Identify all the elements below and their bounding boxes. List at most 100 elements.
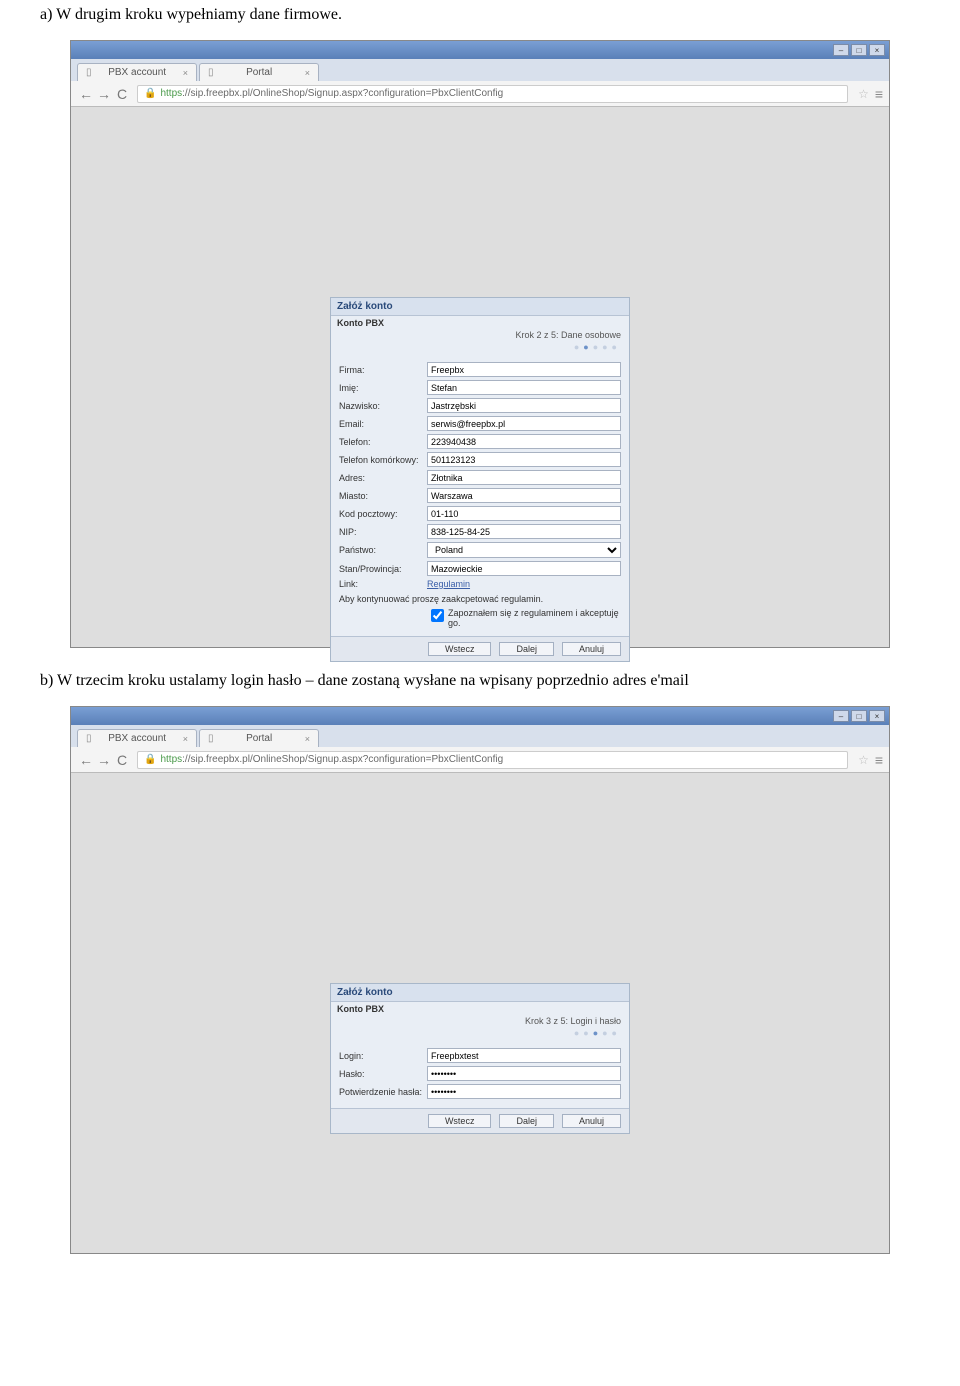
panel-subtitle: Konto PBX xyxy=(331,316,629,328)
screenshot-step2: – □ × ▯ PBX account × ▯ Portal × ← → C 🔒… xyxy=(0,34,960,666)
row-login: Login: xyxy=(339,1048,621,1063)
kod-input[interactable] xyxy=(427,506,621,521)
stan-input[interactable] xyxy=(427,561,621,576)
accept-note: Aby kontynuować proszę zaakcpetować regu… xyxy=(339,592,621,606)
telefon-input[interactable] xyxy=(427,434,621,449)
email-input[interactable] xyxy=(427,416,621,431)
wstecz-button[interactable]: Wstecz xyxy=(428,642,492,656)
reload-button[interactable]: C xyxy=(113,752,131,768)
row-link: Link:Regulamin xyxy=(339,579,621,589)
close-icon[interactable]: × xyxy=(305,734,310,744)
bookmark-icon[interactable]: ☆ xyxy=(858,753,869,767)
row-nazwisko: Nazwisko: xyxy=(339,398,621,413)
anuluj-button[interactable]: Anuluj xyxy=(562,642,621,656)
signup-form: Firma: Imię: Nazwisko: Email: Telefon: T… xyxy=(331,358,629,636)
tab-label: PBX account xyxy=(108,733,166,744)
window-maximize-button[interactable]: □ xyxy=(851,710,867,722)
wstecz-button[interactable]: Wstecz xyxy=(428,1114,492,1128)
close-icon[interactable]: × xyxy=(183,68,188,78)
url-https: https xyxy=(160,88,182,99)
lock-icon: 🔒 xyxy=(144,88,156,99)
tab-label: Portal xyxy=(246,733,272,744)
dalej-button[interactable]: Dalej xyxy=(499,1114,554,1128)
window-minimize-button[interactable]: – xyxy=(833,44,849,56)
label-adres: Adres: xyxy=(339,473,427,483)
label-firma: Firma: xyxy=(339,365,427,375)
label-login: Login: xyxy=(339,1051,427,1061)
anuluj-button[interactable]: Anuluj xyxy=(562,1114,621,1128)
login-input[interactable] xyxy=(427,1048,621,1063)
tab-pbx-account[interactable]: ▯ PBX account × xyxy=(77,729,197,747)
close-icon[interactable]: × xyxy=(305,68,310,78)
row-imie: Imię: xyxy=(339,380,621,395)
step-indicator-text: Krok 3 z 5: Login i hasło xyxy=(331,1014,629,1028)
address-bar-row: ← → C 🔒 https://sip.freepbx.pl/OnlineSho… xyxy=(71,81,889,107)
window-minimize-button[interactable]: – xyxy=(833,710,849,722)
page-viewport: Załóż konto Konto PBX Krok 2 z 5: Dane o… xyxy=(71,107,889,647)
label-link: Link: xyxy=(339,579,427,589)
window-maximize-button[interactable]: □ xyxy=(851,44,867,56)
potw-input[interactable] xyxy=(427,1084,621,1099)
label-email: Email: xyxy=(339,419,427,429)
bookmark-icon[interactable]: ☆ xyxy=(858,87,869,101)
back-button[interactable]: ← xyxy=(77,86,95,102)
menu-icon[interactable]: ≡ xyxy=(875,86,883,102)
reload-button[interactable]: C xyxy=(113,86,131,102)
tab-portal[interactable]: ▯ Portal × xyxy=(199,729,319,747)
imie-input[interactable] xyxy=(427,380,621,395)
signup-form: Login: Hasło: Potwierdzenie hasła: xyxy=(331,1044,629,1108)
adres-input[interactable] xyxy=(427,470,621,485)
tab-pbx-account[interactable]: ▯ PBX account × xyxy=(77,63,197,81)
label-telefon-kom: Telefon komórkowy: xyxy=(339,455,427,465)
row-haslo: Hasło: xyxy=(339,1066,621,1081)
row-nip: NIP: xyxy=(339,524,621,539)
window-titlebar: – □ × xyxy=(71,41,889,59)
doc-line-b: b) W trzecim kroku ustalamy login hasło … xyxy=(0,666,960,700)
telefon-kom-input[interactable] xyxy=(427,452,621,467)
doc-line-a: a) W drugim kroku wypełniamy dane firmow… xyxy=(0,0,960,34)
panel-footer: Wstecz Dalej Anuluj xyxy=(331,1108,629,1133)
window-close-button[interactable]: × xyxy=(869,44,885,56)
row-panstwo: Państwo:Poland xyxy=(339,542,621,558)
haslo-input[interactable] xyxy=(427,1066,621,1081)
tab-portal[interactable]: ▯ Portal × xyxy=(199,63,319,81)
forward-button[interactable]: → xyxy=(95,752,113,768)
firma-input[interactable] xyxy=(427,362,621,377)
panstwo-select[interactable]: Poland xyxy=(427,542,621,558)
address-bar-row: ← → C 🔒 https://sip.freepbx.pl/OnlineSho… xyxy=(71,747,889,773)
menu-icon[interactable]: ≡ xyxy=(875,752,883,768)
window-titlebar: – □ × xyxy=(71,707,889,725)
step-indicator-text: Krok 2 z 5: Dane osobowe xyxy=(331,328,629,342)
browser-window: – □ × ▯ PBX account × ▯ Portal × ← → C 🔒… xyxy=(70,706,890,1254)
url-https: https xyxy=(160,754,182,765)
back-button[interactable]: ← xyxy=(77,752,95,768)
label-panstwo: Państwo: xyxy=(339,545,427,555)
nazwisko-input[interactable] xyxy=(427,398,621,413)
lock-icon: 🔒 xyxy=(144,754,156,765)
nip-input[interactable] xyxy=(427,524,621,539)
miasto-input[interactable] xyxy=(427,488,621,503)
row-adres: Adres: xyxy=(339,470,621,485)
address-input[interactable]: 🔒 https://sip.freepbx.pl/OnlineShop/Sign… xyxy=(137,85,848,103)
close-icon[interactable]: × xyxy=(183,734,188,744)
label-stan: Stan/Prowincja: xyxy=(339,564,427,574)
regulamin-link[interactable]: Regulamin xyxy=(427,579,470,589)
panel-footer: Wstecz Dalej Anuluj xyxy=(331,636,629,661)
row-miasto: Miasto: xyxy=(339,488,621,503)
accept-checkbox[interactable] xyxy=(431,609,444,622)
tab-label: PBX account xyxy=(108,67,166,78)
label-miasto: Miasto: xyxy=(339,491,427,501)
label-nip: NIP: xyxy=(339,527,427,537)
browser-window: – □ × ▯ PBX account × ▯ Portal × ← → C 🔒… xyxy=(70,40,890,648)
address-input[interactable]: 🔒 https://sip.freepbx.pl/OnlineShop/Sign… xyxy=(137,751,848,769)
accept-row: Zapoznałem się z regulaminem i akceptuję… xyxy=(339,606,621,630)
window-close-button[interactable]: × xyxy=(869,710,885,722)
row-potw: Potwierdzenie hasła: xyxy=(339,1084,621,1099)
label-imie: Imię: xyxy=(339,383,427,393)
row-kod: Kod pocztowy: xyxy=(339,506,621,521)
page-icon: ▯ xyxy=(208,733,214,744)
tabs-row: ▯ PBX account × ▯ Portal × xyxy=(71,725,889,747)
label-kod: Kod pocztowy: xyxy=(339,509,427,519)
dalej-button[interactable]: Dalej xyxy=(499,642,554,656)
forward-button[interactable]: → xyxy=(95,86,113,102)
